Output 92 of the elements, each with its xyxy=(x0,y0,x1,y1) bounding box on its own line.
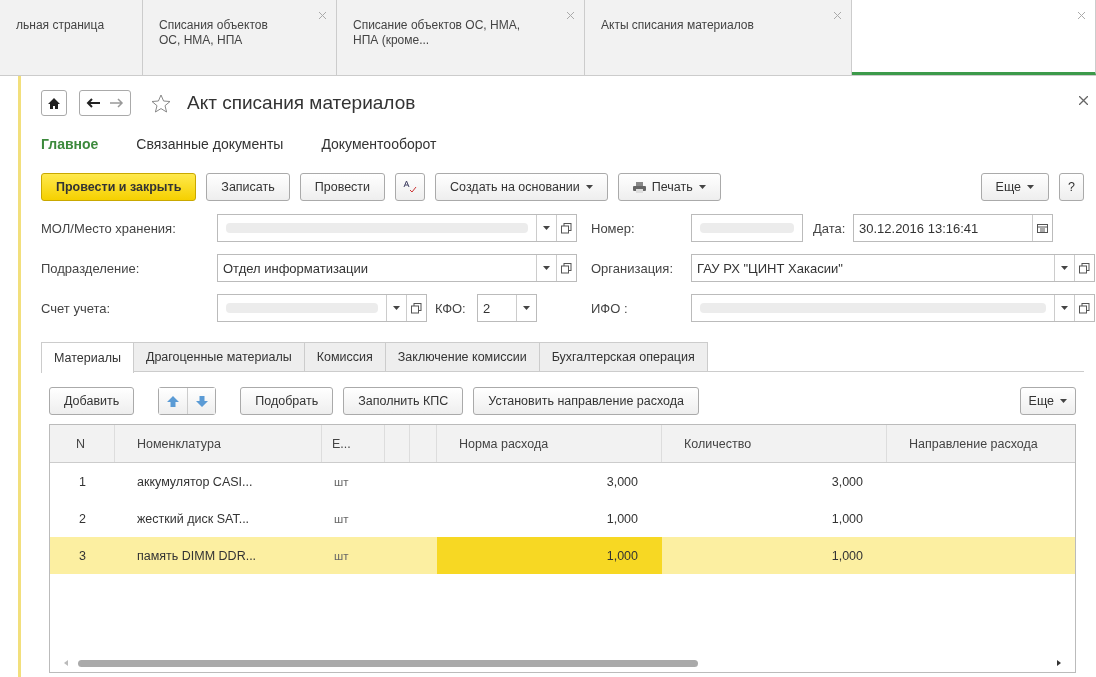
scroll-right-icon[interactable] xyxy=(1057,660,1061,666)
menu-button[interactable]: Еще xyxy=(1019,387,1076,415)
toolbar-button[interactable]: Записать xyxy=(206,173,290,201)
back-forward-button[interactable] xyxy=(79,90,131,116)
open-icon xyxy=(561,222,572,234)
forward-arrow-icon xyxy=(110,98,124,108)
field-label: Счет учета: xyxy=(41,300,112,316)
home-button[interactable] xyxy=(41,90,67,116)
table-cell-text: 3,000 xyxy=(605,473,639,491)
scrollbar-thumb[interactable] xyxy=(78,659,698,667)
menu-button[interactable]: Еще xyxy=(980,173,1050,201)
input-field[interactable]: 2 xyxy=(477,294,537,322)
up-arrow-icon xyxy=(167,395,180,407)
open-icon xyxy=(561,262,572,274)
toolbar-button[interactable]: ? xyxy=(1059,173,1084,201)
open-icon xyxy=(1079,262,1090,274)
table-cell-text: 3,000 xyxy=(830,473,864,491)
caret-icon xyxy=(393,306,400,310)
table-cell-text: жесткий диск SAT... xyxy=(136,510,251,528)
field-label: МОЛ/Место хранения: xyxy=(41,220,177,236)
menu-button[interactable]: Создать на основании xyxy=(435,173,608,201)
move-down-button[interactable] xyxy=(187,388,216,414)
field-label: Организация: xyxy=(591,260,675,276)
column-header[interactable]: N xyxy=(50,425,115,462)
table-cell-text: шт xyxy=(333,474,350,490)
calendar-icon xyxy=(1037,223,1048,233)
spellcheck-button[interactable] xyxy=(395,173,426,201)
column-header[interactable]: Е... xyxy=(322,425,385,462)
open-icon xyxy=(411,302,422,314)
table-cell-text: 1,000 xyxy=(830,510,864,528)
star-icon[interactable] xyxy=(151,93,171,113)
table-cell-text: шт xyxy=(333,548,350,564)
direction-button[interactable]: Установить направление расхода xyxy=(473,387,700,415)
caret-icon xyxy=(543,226,550,230)
open-icon xyxy=(1079,302,1090,314)
field-label: Подразделение: xyxy=(41,260,141,276)
input-field[interactable]: 30.12.2016 13:16:41 xyxy=(853,214,1053,242)
column-header[interactable]: Направление расхода xyxy=(887,425,1075,462)
caret-icon xyxy=(543,266,550,270)
tab[interactable]: Заключение комиссии xyxy=(384,342,540,371)
table-cell-text: шт xyxy=(333,511,350,527)
move-up-button[interactable] xyxy=(159,388,188,414)
section-link[interactable]: Связанные документы xyxy=(136,136,284,156)
caret-icon xyxy=(585,185,593,189)
field-label: КФО: xyxy=(435,300,467,316)
table-cell-text: 3 xyxy=(78,547,87,565)
input-field[interactable] xyxy=(217,214,577,242)
table-cell-text: 1,000 xyxy=(605,510,639,528)
table-cell-text: 1 xyxy=(78,473,87,491)
table-cell-text: память DIMM DDR... xyxy=(136,547,258,565)
close-icon[interactable] xyxy=(1079,96,1088,105)
table-cell-text: 1,000 xyxy=(830,547,864,565)
column-header[interactable]: Номенклатура xyxy=(115,425,322,462)
tab[interactable]: Бухгалтерская операция xyxy=(538,342,708,371)
back-arrow-icon xyxy=(86,98,100,108)
window-tab[interactable] xyxy=(852,0,1096,75)
input-field[interactable] xyxy=(217,294,427,322)
input-field[interactable] xyxy=(691,294,1095,322)
field-label: ИФО : xyxy=(591,300,629,316)
field-label: Дата: xyxy=(813,220,847,236)
input-field[interactable]: Отдел информатизации xyxy=(217,254,577,282)
input-field[interactable] xyxy=(691,214,803,242)
home-icon xyxy=(48,97,60,109)
fill-button[interactable]: Заполнить КПС xyxy=(343,387,464,415)
spellcheck-icon xyxy=(403,180,418,194)
caret-icon xyxy=(1061,306,1068,310)
section-link[interactable]: Документооборот xyxy=(321,136,437,156)
caret-icon xyxy=(523,306,530,310)
caret-icon xyxy=(1061,266,1068,270)
caret-icon xyxy=(1027,185,1035,189)
tab[interactable]: Материалы xyxy=(41,342,134,373)
table-cell-text: аккумулятор CASI... xyxy=(136,473,254,491)
field-label: Номер: xyxy=(591,220,636,236)
table-cell-text: 2 xyxy=(78,510,87,528)
add-button[interactable]: Добавить xyxy=(49,387,135,415)
section-link[interactable]: Главное xyxy=(41,136,99,156)
tab[interactable]: Драгоценные материалы xyxy=(132,342,305,371)
caret-icon xyxy=(698,185,706,189)
post-close-button[interactable]: Провести и закрыть xyxy=(41,173,197,201)
toolbar-button[interactable]: Провести xyxy=(299,173,386,201)
pick-button[interactable]: Подобрать xyxy=(240,387,334,415)
down-arrow-icon xyxy=(195,395,208,407)
input-field[interactable]: ГАУ РХ "ЦИНТ Хакасии" xyxy=(691,254,1095,282)
column-header[interactable]: Норма расхода xyxy=(437,425,662,462)
table-row[interactable]: 3 память DIMM DDR... шт 1,000 1,000 xyxy=(50,537,1075,574)
menu-button[interactable]: Печать xyxy=(617,173,721,201)
form-title: Акт списания материалов xyxy=(187,92,416,114)
tab[interactable]: Комиссия xyxy=(303,342,386,371)
column-header[interactable]: Количество xyxy=(662,425,887,462)
printer-icon xyxy=(632,181,646,193)
caret-icon xyxy=(1060,399,1067,403)
table-cell: 1,000 xyxy=(437,537,662,574)
